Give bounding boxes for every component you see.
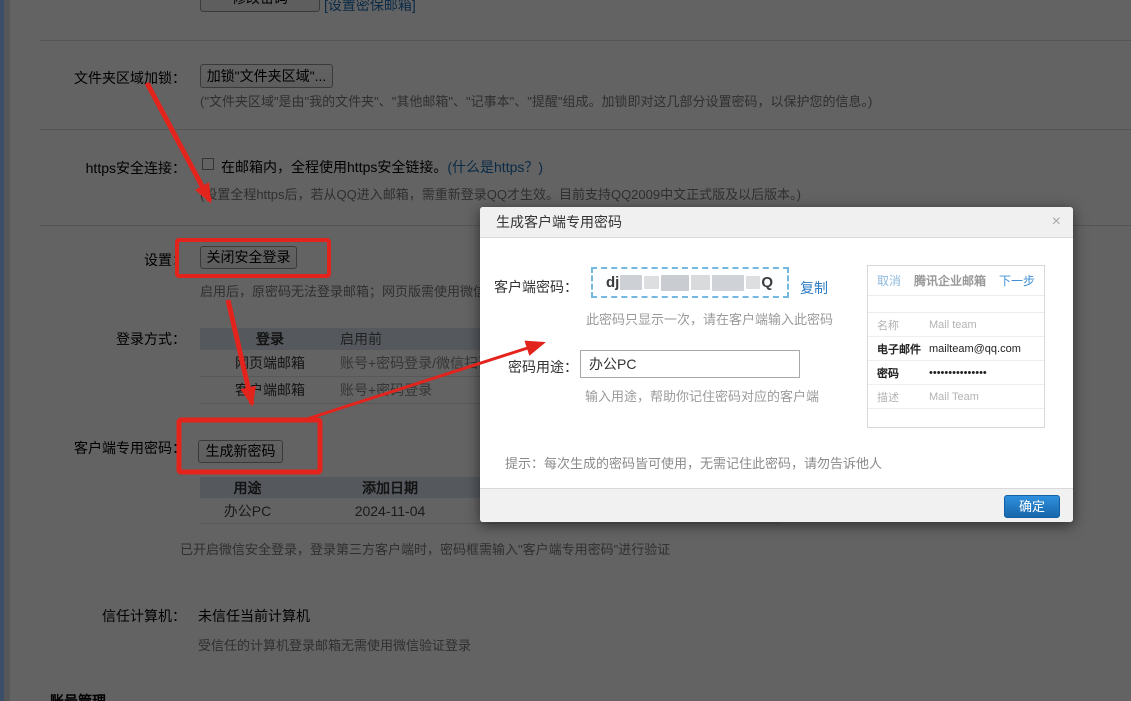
generated-password-box: dj Q <box>591 267 789 298</box>
copy-link[interactable]: 复制 <box>800 278 828 298</box>
password-censored-block <box>620 275 643 290</box>
preview-cancel-link: 取消 <box>877 274 902 288</box>
preview-row: 电子邮件 mailteam@qq.com <box>868 337 1044 361</box>
preview-next-link: 下一步 <box>998 274 1035 288</box>
preview-row: 密码 ••••••••••••••• <box>868 361 1044 385</box>
dialog-footer: 确定 <box>480 488 1073 522</box>
password-censored-block <box>746 276 761 289</box>
dialog-title: 生成客户端专用密码 <box>480 207 1073 238</box>
password-usage-label: 密码用途： <box>508 359 578 375</box>
password-usage-input[interactable] <box>580 350 800 378</box>
mail-client-preview: 取消 腾讯企业邮箱 下一步 名称 Mail team 电子邮件 mailteam… <box>867 265 1045 428</box>
password-censored-block <box>661 274 690 291</box>
preview-row: 描述 Mail Team <box>868 385 1044 409</box>
client-password-field-label: 客户端密码： <box>494 279 578 295</box>
confirm-button[interactable]: 确定 <box>1004 495 1060 518</box>
preview-title: 腾讯企业邮箱 <box>913 274 986 288</box>
password-censored-block <box>644 276 660 289</box>
preview-row: 名称 Mail team <box>868 313 1044 337</box>
password-once-hint: 此密码只显示一次，请在客户端输入此密码 <box>586 312 834 327</box>
password-censored-block <box>712 274 745 291</box>
close-icon[interactable]: × <box>1052 214 1061 230</box>
password-censored-block <box>691 275 711 290</box>
qqmail-settings-screen: 修改密码 [设置密保邮箱] 文件夹区域加锁： 加锁"文件夹区域"... ("文件… <box>0 0 1131 701</box>
window-left-edge-shade <box>4 0 10 701</box>
generate-client-password-dialog: 生成客户端专用密码 × 客户端密码： dj Q 复制 此密码只显示一次，请在客户… <box>480 207 1073 522</box>
preview-spacer <box>868 296 1044 313</box>
usage-hint: 输入用途，帮助你记住密码对应的客户端 <box>585 389 820 404</box>
dialog-tip: 提示：每次生成的密码皆可使用，无需记住此密码，请勿告诉他人 <box>505 456 883 471</box>
password-suffix: Q <box>761 274 774 291</box>
password-prefix: dj <box>606 274 620 291</box>
